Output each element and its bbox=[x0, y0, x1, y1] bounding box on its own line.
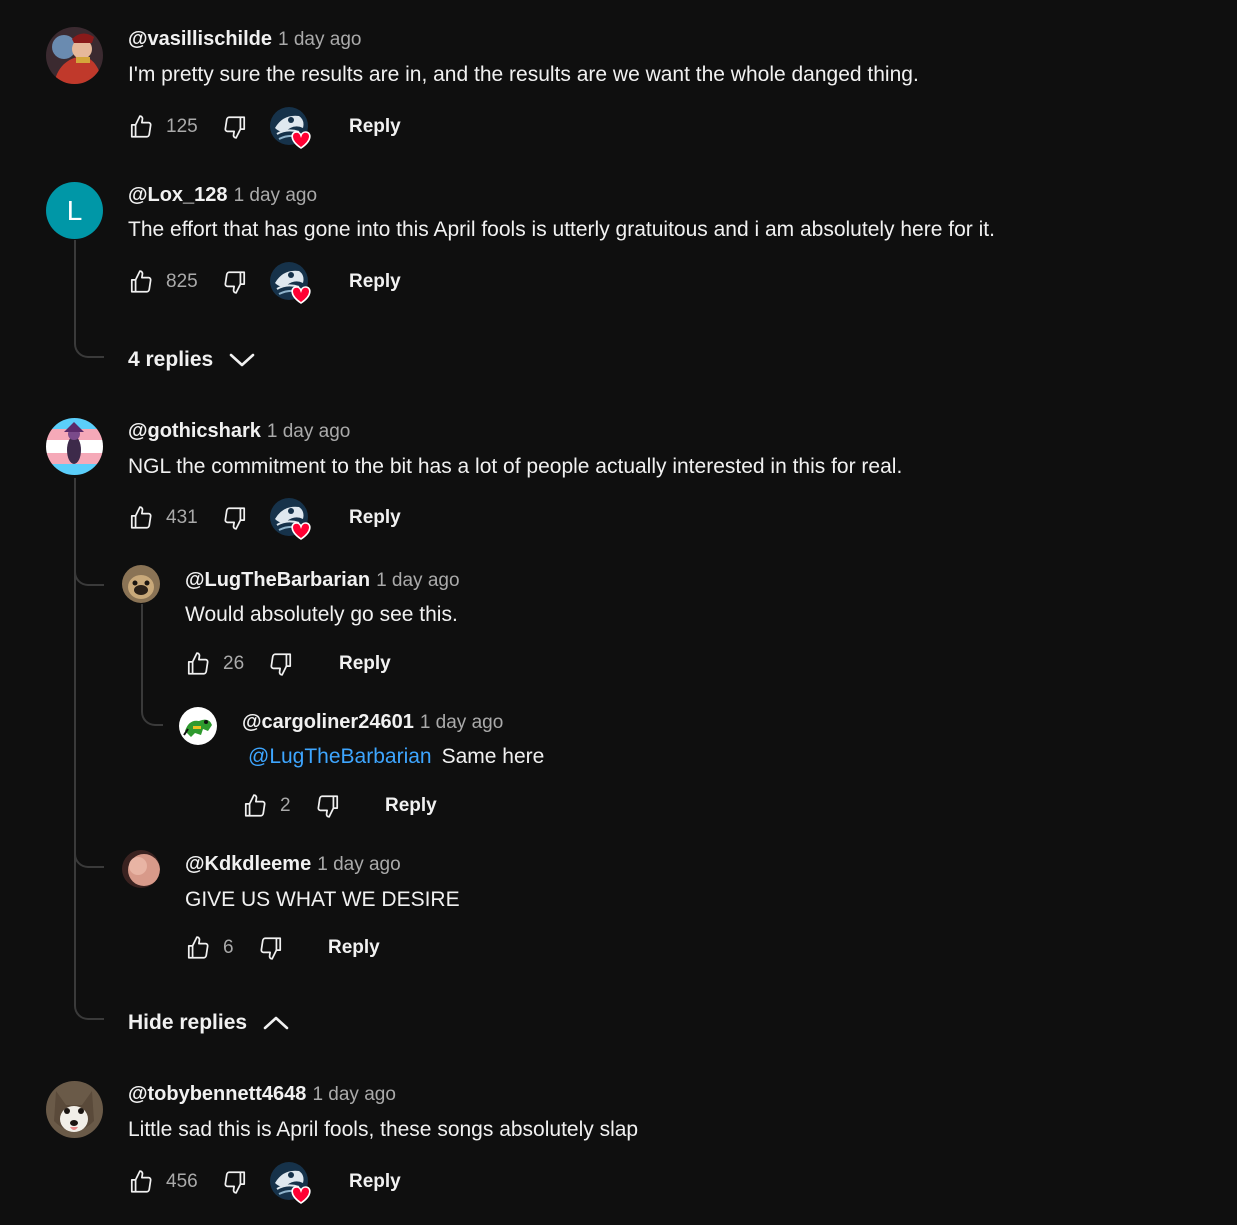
thread-line bbox=[74, 478, 76, 860]
avatar[interactable]: L bbox=[46, 182, 103, 239]
comment-author[interactable]: @Kdkdleeme bbox=[185, 853, 311, 875]
like-count: 26 bbox=[223, 653, 245, 674]
thumbs-up-icon[interactable] bbox=[128, 269, 154, 295]
reply-button[interactable]: Reply bbox=[328, 937, 380, 959]
thumbs-down-icon[interactable] bbox=[315, 793, 341, 819]
comment-actions: 125 bbox=[128, 107, 248, 147]
comment-text: NGL the commitment to the bit has a lot … bbox=[128, 455, 903, 478]
comment-timestamp[interactable]: 1 day ago bbox=[312, 1084, 395, 1105]
thumbs-up-icon[interactable] bbox=[128, 114, 154, 140]
comment-author[interactable]: @tobybennett4648 bbox=[128, 1083, 306, 1105]
comment-timestamp[interactable]: 1 day ago bbox=[267, 421, 350, 442]
thumbs-down-icon[interactable] bbox=[258, 935, 284, 961]
user-mention-link[interactable]: @LugTheBarbarian bbox=[248, 745, 432, 768]
avatar[interactable] bbox=[46, 1081, 103, 1138]
thumbs-up-icon[interactable] bbox=[242, 793, 268, 819]
comment-text: @LugTheBarbarian Same here bbox=[242, 745, 544, 769]
comment-timestamp[interactable]: 1 day ago bbox=[234, 185, 317, 206]
thumbs-up-icon[interactable] bbox=[185, 935, 211, 961]
chevron-down-icon bbox=[229, 352, 255, 368]
reply-button[interactable]: Reply bbox=[385, 795, 437, 817]
reply-button[interactable]: Reply bbox=[349, 116, 401, 138]
creator-heart-icon[interactable] bbox=[269, 261, 313, 305]
comment-actions: 456 bbox=[128, 1162, 248, 1202]
thumbs-up-icon[interactable] bbox=[128, 1169, 154, 1195]
like-count: 2 bbox=[280, 795, 291, 816]
comment-actions: 2 bbox=[242, 786, 341, 826]
like-count: 825 bbox=[166, 271, 198, 292]
comment-actions: 825 bbox=[128, 262, 248, 302]
comment-timestamp[interactable]: 1 day ago bbox=[278, 29, 361, 50]
comment-text: The effort that has gone into this April… bbox=[128, 218, 995, 241]
replies-count-label: 4 replies bbox=[128, 348, 214, 371]
comment-actions: 6 bbox=[185, 928, 284, 968]
thumbs-down-icon[interactable] bbox=[222, 505, 248, 531]
thumbs-up-icon[interactable] bbox=[128, 505, 154, 531]
comment-author[interactable]: @Lox_128 bbox=[128, 184, 228, 206]
comment-text: Would absolutely go see this. bbox=[185, 603, 458, 626]
thumbs-down-icon[interactable] bbox=[222, 114, 248, 140]
comment-author[interactable]: @cargoliner24601 bbox=[242, 711, 414, 733]
avatar[interactable] bbox=[122, 565, 160, 603]
avatar[interactable] bbox=[179, 707, 217, 745]
like-count: 125 bbox=[166, 116, 198, 137]
comment-author[interactable]: @vasillischilde bbox=[128, 28, 272, 50]
reply-button[interactable]: Reply bbox=[349, 271, 401, 293]
creator-heart-icon[interactable] bbox=[269, 1161, 313, 1205]
thread-line bbox=[141, 604, 163, 726]
avatar-letter: L bbox=[66, 194, 83, 226]
comment-text: GIVE US WHAT WE DESIRE bbox=[185, 888, 460, 911]
show-replies-button[interactable]: 4 replies bbox=[128, 348, 255, 372]
thumbs-down-icon[interactable] bbox=[268, 651, 294, 677]
thread-line bbox=[74, 850, 104, 1020]
comment-body: Same here bbox=[441, 745, 545, 768]
chevron-up-icon bbox=[263, 1015, 289, 1031]
comment-actions: 26 bbox=[185, 644, 294, 684]
thread-line bbox=[74, 566, 104, 586]
avatar[interactable] bbox=[122, 850, 160, 888]
creator-heart-icon[interactable] bbox=[269, 497, 313, 541]
thumbs-down-icon[interactable] bbox=[222, 1169, 248, 1195]
comment-timestamp[interactable]: 1 day ago bbox=[317, 854, 400, 875]
like-count: 456 bbox=[166, 1171, 198, 1192]
reply-button[interactable]: Reply bbox=[339, 653, 391, 675]
thread-line bbox=[74, 240, 104, 358]
hide-replies-button[interactable]: Hide replies bbox=[128, 1011, 289, 1035]
thumbs-up-icon[interactable] bbox=[185, 651, 211, 677]
like-count: 431 bbox=[166, 507, 198, 528]
comment-text: I'm pretty sure the results are in, and … bbox=[128, 63, 919, 86]
creator-heart-icon[interactable] bbox=[269, 106, 313, 150]
comment-text: Little sad this is April fools, these so… bbox=[128, 1118, 639, 1141]
comment-timestamp[interactable]: 1 day ago bbox=[420, 712, 503, 733]
thumbs-down-icon[interactable] bbox=[222, 269, 248, 295]
comment-actions: 431 bbox=[128, 498, 248, 538]
like-count: 6 bbox=[223, 937, 234, 958]
thread-line bbox=[74, 848, 104, 868]
hide-replies-label: Hide replies bbox=[128, 1011, 248, 1034]
comment-timestamp[interactable]: 1 day ago bbox=[376, 570, 459, 591]
comment-author[interactable]: @LugTheBarbarian bbox=[185, 569, 370, 591]
reply-button[interactable]: Reply bbox=[349, 1171, 401, 1193]
avatar[interactable] bbox=[46, 418, 103, 475]
comment-author[interactable]: @gothicshark bbox=[128, 420, 261, 442]
avatar[interactable] bbox=[46, 27, 103, 84]
reply-button[interactable]: Reply bbox=[349, 507, 401, 529]
